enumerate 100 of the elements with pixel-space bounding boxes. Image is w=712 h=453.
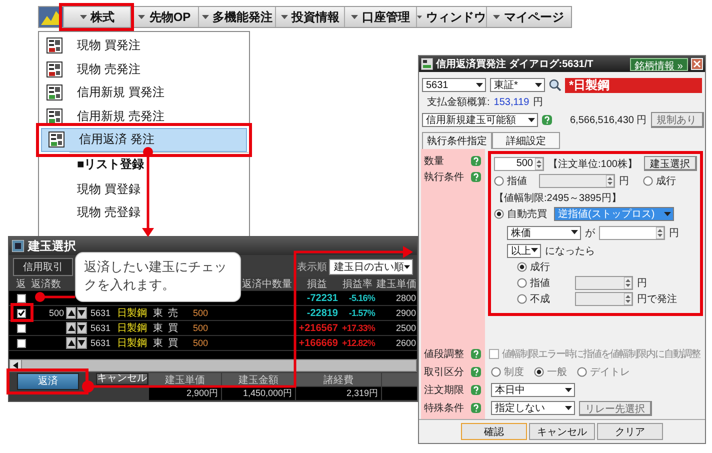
unit-label: 円 <box>669 226 679 240</box>
dropdown[interactable]: 以上 <box>507 244 541 258</box>
price-field[interactable] <box>539 174 615 188</box>
dropdown[interactable]: 株価 <box>507 226 581 240</box>
footer-button[interactable]: 確認 <box>461 423 527 440</box>
quantity-field[interactable]: 500 <box>494 156 544 170</box>
help-icon[interactable] <box>542 115 552 125</box>
field-label: 執行条件 <box>424 170 464 184</box>
dropdown[interactable]: 指定しない <box>491 401 575 415</box>
help-icon[interactable] <box>471 172 481 182</box>
table-cell-text: 5631 <box>89 322 112 335</box>
menu-item[interactable]: 現物 売発注 <box>39 58 249 81</box>
unit-label: 円 <box>637 277 647 290</box>
app-icon <box>421 58 433 70</box>
search-icon[interactable] <box>549 79 561 91</box>
relay-select-button[interactable]: リレー先選択 <box>579 400 652 416</box>
dropdown[interactable]: 東証* <box>490 78 545 92</box>
info-button[interactable]: 銘柄情報 » <box>630 58 688 70</box>
scrollbar[interactable] <box>9 359 417 372</box>
table-cell-text: 日製鋼 <box>116 306 148 320</box>
checkbox[interactable] <box>16 338 26 348</box>
spinner-icon[interactable] <box>656 226 664 238</box>
range-note: 【値幅制限:2495～3895円】 <box>494 192 622 204</box>
payment-label: 支払金額概算: <box>427 96 490 109</box>
field-label: 特殊条件 <box>424 402 464 415</box>
highlight-frame <box>10 303 34 322</box>
table-cell-text: 売 <box>167 306 179 320</box>
checkbox[interactable] <box>16 294 26 302</box>
spinner-icon[interactable] <box>624 293 632 305</box>
table-cell-text: 2800 <box>394 292 417 305</box>
close-icon <box>693 60 701 68</box>
radio-button[interactable]: 指値 <box>494 174 527 188</box>
menu-item[interactable]: 投資情報 <box>275 7 344 27</box>
menu-item[interactable]: 株式 <box>63 7 130 27</box>
caret-icon <box>404 264 410 270</box>
trigger-price-field[interactable] <box>599 226 665 240</box>
document-icon <box>46 108 63 125</box>
dropdown[interactable]: 本日中 <box>491 383 575 397</box>
table-cell-text: 日製鋼 <box>116 322 148 335</box>
cancel-button[interactable]: キャンセル <box>96 373 148 385</box>
help-icon[interactable] <box>471 367 481 377</box>
payment-value: 153,119 <box>494 96 530 108</box>
help-icon[interactable] <box>471 403 481 413</box>
position-select-button[interactable]: 建玉選択 <box>644 156 697 171</box>
table-cell: 2,900円 <box>149 387 221 400</box>
checkbox[interactable] <box>16 308 26 318</box>
price-field[interactable] <box>575 292 633 306</box>
dropdown[interactable]: 信用新規建玉可能額 <box>422 113 538 127</box>
caret-icon <box>138 14 146 20</box>
help-icon[interactable] <box>471 349 481 359</box>
caret-icon <box>528 118 535 122</box>
footer-button[interactable]: キャンセル <box>529 423 595 440</box>
caret-icon <box>280 14 288 20</box>
radio-button[interactable]: 指値 <box>517 276 567 290</box>
table-cell-text: 500 <box>192 322 209 335</box>
window-title: 信用返済買発注 ダイアログ:5631/T <box>436 57 594 71</box>
radio-icon <box>491 367 501 377</box>
table-cell-text: 東 <box>152 322 164 335</box>
menu-item[interactable]: 現物 売登録 <box>69 201 249 224</box>
table-cell-text: 日製鋼 <box>116 336 148 350</box>
spinner-icon[interactable] <box>624 277 632 289</box>
radio-button[interactable]: 自動売買 <box>494 207 550 221</box>
menu-item[interactable]: 多機能発注 <box>198 7 275 27</box>
close-button[interactable] <box>691 58 703 70</box>
checkbox[interactable] <box>16 324 26 332</box>
menu-item[interactable]: 信用新規 売発注 <box>39 104 249 128</box>
menu-item[interactable]: マイページ <box>486 7 570 27</box>
table-cell <box>382 387 417 400</box>
sort-dropdown[interactable]: 建玉日の古い順 <box>329 259 413 275</box>
menu-item[interactable]: 現物 買登録 <box>69 178 249 201</box>
field-label: 値段調整 <box>424 348 464 361</box>
footer-button[interactable]: クリア <box>597 423 663 440</box>
help-icon[interactable] <box>471 156 481 166</box>
code-field[interactable]: 5631 <box>422 78 486 92</box>
caret-icon <box>571 230 578 235</box>
help-icon[interactable] <box>471 385 481 395</box>
menu-item[interactable]: ウィンドウ <box>416 7 486 27</box>
price-field[interactable] <box>575 276 633 290</box>
radio-button[interactable]: 不成 <box>517 292 567 306</box>
table-cell-text: 5631 <box>89 337 112 350</box>
menu-item[interactable]: 先物OP <box>130 7 198 27</box>
menu-item[interactable]: 口座管理 <box>344 7 416 27</box>
caret-icon <box>351 14 358 20</box>
tab[interactable]: 信用取引 <box>13 258 73 276</box>
table-cell-text: 500 <box>192 307 209 320</box>
radio-icon <box>534 367 544 377</box>
table-cell: 2,319円 <box>296 387 381 400</box>
column-header: 返済数 <box>30 278 62 291</box>
menu-item[interactable]: 信用新規 買発注 <box>39 81 249 104</box>
table-cell: 1,450,000円 <box>222 387 295 400</box>
spinner-icon[interactable] <box>606 175 614 187</box>
radio-button[interactable]: 成行 <box>517 260 567 274</box>
menu-item[interactable]: 現物 買発注 <box>39 34 249 58</box>
tab[interactable]: 詳細設定 <box>492 132 560 149</box>
window-title: 建玉選択 <box>28 238 76 254</box>
spinner-icon[interactable] <box>535 158 543 170</box>
repay-button[interactable]: 返済 <box>17 373 79 390</box>
regulation-button[interactable]: 規制あり <box>650 112 704 128</box>
radio-button[interactable]: 成行 <box>643 174 676 188</box>
tab[interactable]: 執行条件指定 <box>422 132 492 149</box>
